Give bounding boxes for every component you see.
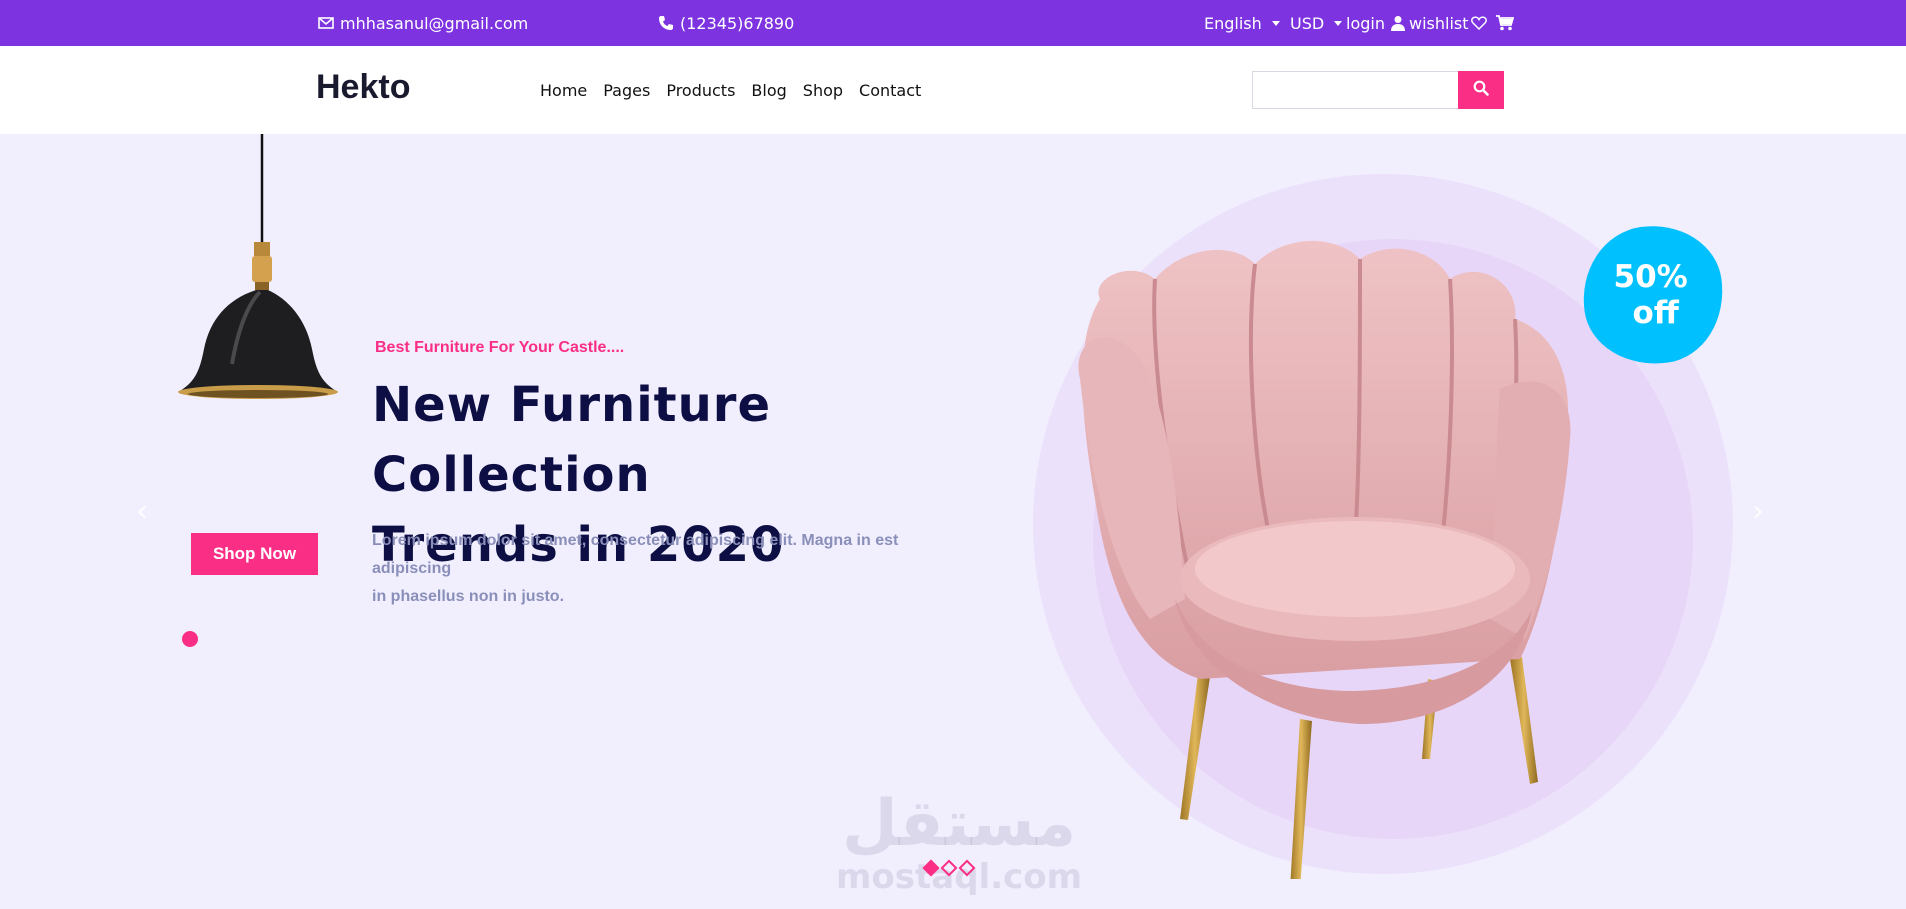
- nav-item-pages[interactable]: Pages: [603, 81, 650, 100]
- chevron-down-icon: [1271, 20, 1280, 26]
- language-label: English: [1204, 13, 1262, 33]
- search-input[interactable]: [1252, 71, 1460, 109]
- hero-description-line1: Lorem ipsum dolor sit amet, consectetur …: [372, 532, 899, 577]
- decorative-dot: [182, 631, 198, 647]
- language-select[interactable]: English: [1204, 0, 1280, 46]
- armchair-image: [1078, 240, 1571, 879]
- nav-item-products[interactable]: Products: [666, 81, 735, 100]
- pendant-lamp-image: [178, 134, 338, 399]
- site-logo[interactable]: Hekto: [316, 68, 410, 107]
- slider-prev-arrow[interactable]: ‹: [136, 494, 148, 529]
- badge-off: off: [1632, 294, 1679, 331]
- currency-select[interactable]: USD: [1290, 0, 1343, 46]
- phone-icon: [658, 15, 674, 31]
- nav-item-shop[interactable]: Shop: [803, 81, 843, 100]
- main-header: Hekto Home Pages Products Blog Shop Cont…: [0, 46, 1906, 134]
- heart-icon: [1470, 16, 1487, 30]
- watermark-arabic: مستقل: [842, 787, 1077, 861]
- hero-subtitle: Best Furniture For Your Castle....: [375, 339, 625, 356]
- wishlist-link[interactable]: wishlist: [1409, 0, 1487, 46]
- phone-contact[interactable]: (12345)67890: [658, 0, 794, 46]
- slider-dot-3[interactable]: [958, 859, 976, 877]
- nav-item-contact[interactable]: Contact: [859, 81, 921, 100]
- login-link[interactable]: login: [1346, 0, 1405, 46]
- search-button[interactable]: [1458, 71, 1504, 109]
- nav-item-home[interactable]: Home: [540, 81, 587, 100]
- hero-description: Lorem ipsum dolor sit amet, consectetur …: [372, 527, 952, 611]
- hero-description-line2: in phasellus non in justo.: [372, 588, 565, 605]
- email-text: mhhasanul@gmail.com: [340, 13, 529, 33]
- cart-button[interactable]: [1496, 0, 1514, 46]
- user-icon: [1390, 15, 1405, 31]
- slider-next-arrow[interactable]: ›: [1752, 494, 1764, 529]
- wishlist-label: wishlist: [1409, 13, 1469, 33]
- currency-label: USD: [1290, 13, 1325, 33]
- chevron-down-icon: [1334, 20, 1343, 26]
- shop-now-button[interactable]: Shop Now: [191, 533, 318, 575]
- slider-dot-1[interactable]: [922, 859, 940, 877]
- cart-icon: [1496, 15, 1514, 31]
- login-label: login: [1346, 13, 1385, 33]
- slider-pagination: [922, 859, 976, 877]
- nav-item-blog[interactable]: Blog: [751, 81, 786, 100]
- search-icon: [1473, 80, 1489, 100]
- slider-dot-2[interactable]: [940, 859, 958, 877]
- hero-banner: ‹ › Best Furniture For Your Castle.... N…: [0, 134, 1906, 909]
- hero-headline-line1: New Furniture Collection: [372, 377, 771, 503]
- badge-percent: 50%: [1613, 259, 1688, 296]
- top-bar: mhhasanul@gmail.com (12345)67890 English…: [0, 0, 1906, 46]
- main-nav: Home Pages Products Blog Shop Contact: [540, 46, 921, 134]
- phone-text: (12345)67890: [680, 13, 795, 33]
- email-contact[interactable]: mhhasanul@gmail.com: [318, 0, 528, 46]
- mail-icon: [318, 17, 334, 29]
- watermark: مستقل mostaql.com: [836, 789, 1082, 895]
